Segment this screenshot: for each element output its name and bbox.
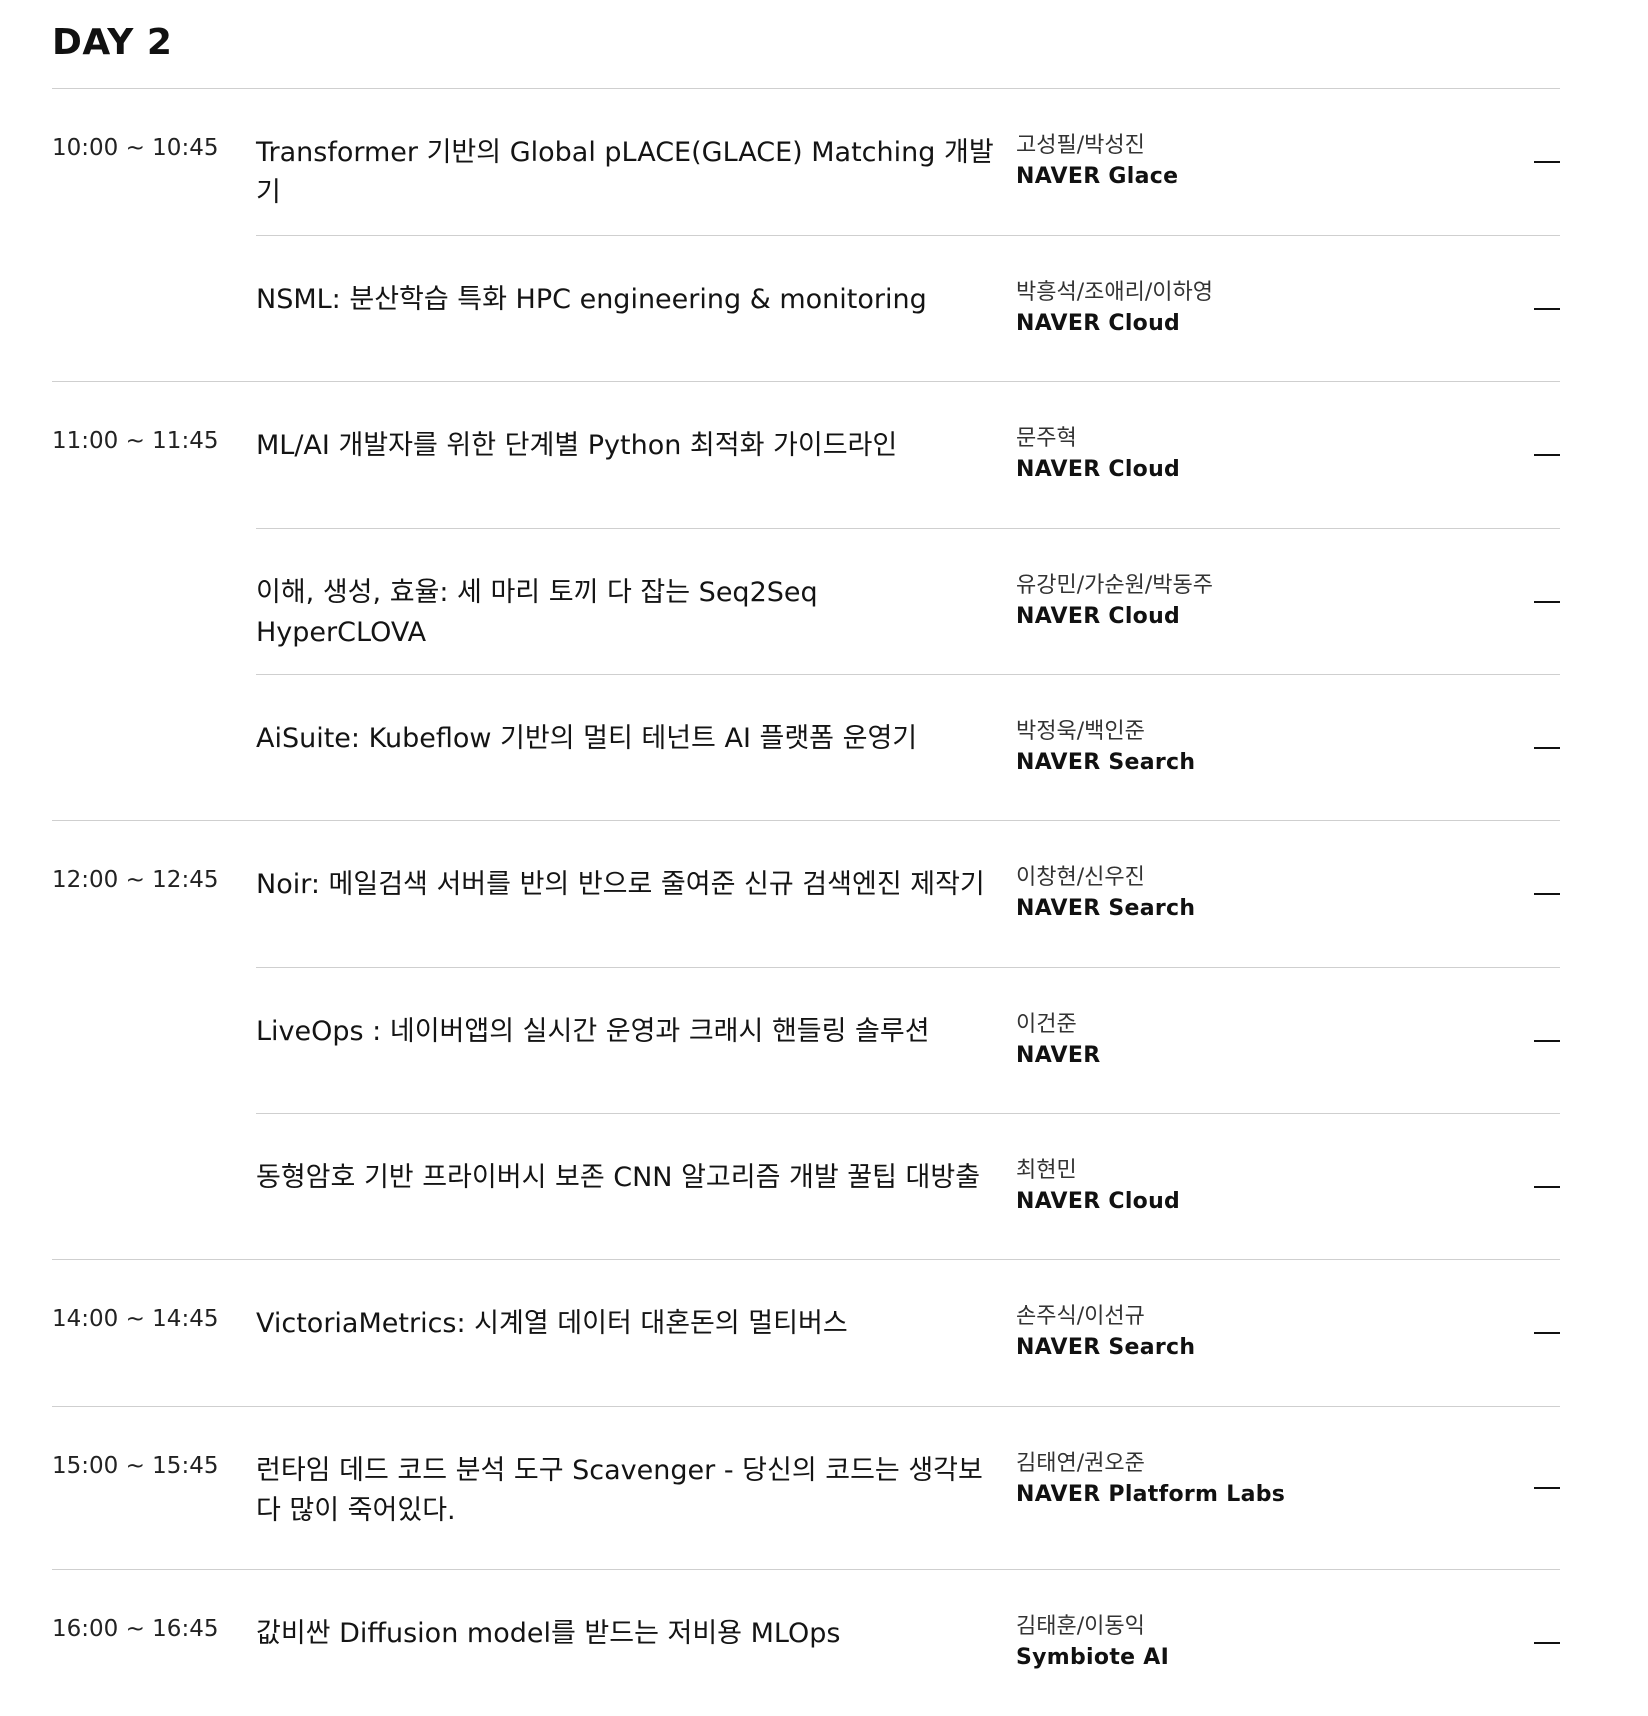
session-title: 런타임 데드 코드 분석 도구 Scavenger - 당신의 코드는 생각보다… <box>256 1455 983 1526</box>
minus-icon <box>1534 1186 1560 1188</box>
speaker-info: 박정욱/백인준 NAVER Search <box>1016 675 1446 779</box>
expand-toggle-button[interactable] <box>1446 821 1560 967</box>
speaker-names: 이건준 <box>1016 1012 1077 1037</box>
speaker-names: 최현민 <box>1016 1158 1077 1183</box>
minus-icon <box>1534 161 1560 163</box>
speaker-org: NAVER Cloud <box>1016 457 1181 482</box>
time-slot: 16:00 ~ 16:45 값비싼 Diffusion model를 받드는 저… <box>52 1569 1560 1716</box>
minus-icon <box>1534 1040 1560 1042</box>
speaker-names: 고성필/박성진 <box>1016 133 1145 158</box>
speaker-org: Symbiote AI <box>1016 1645 1170 1670</box>
speaker-info: 최현민 NAVER Cloud <box>1016 1114 1446 1218</box>
speaker-names: 박정욱/백인준 <box>1016 719 1145 744</box>
expand-toggle-button[interactable] <box>1446 89 1560 235</box>
speaker-names: 유강민/가순원/박동주 <box>1016 573 1213 598</box>
speaker-org: NAVER Platform Labs <box>1016 1482 1286 1507</box>
minus-icon <box>1534 308 1560 310</box>
speaker-names: 김태연/권오준 <box>1016 1451 1145 1476</box>
session-list: Noir: 메일검색 서버를 반의 반으로 줄여준 신규 검색엔진 제작기 이창… <box>256 821 1560 1259</box>
schedule-list: 10:00 ~ 10:45 Transformer 기반의 Global pLA… <box>52 88 1560 1716</box>
session-row[interactable]: 이해, 생성, 효율: 세 마리 토끼 다 잡는 Seq2Seq HyperCL… <box>256 528 1560 674</box>
session-row[interactable]: VictoriaMetrics: 시계열 데이터 대혼돈의 멀티버스 손주식/이… <box>256 1260 1560 1406</box>
speaker-names: 김태훈/이동익 <box>1016 1614 1145 1639</box>
session-row[interactable]: LiveOps : 네이버앱의 실시간 운영과 크래시 핸들링 솔루션 이건준 … <box>256 967 1560 1113</box>
session-list: 값비싼 Diffusion model를 받드는 저비용 MLOps 김태훈/이… <box>256 1570 1560 1716</box>
session-title: LiveOps : 네이버앱의 실시간 운영과 크래시 핸들링 솔루션 <box>256 1016 930 1047</box>
session-title: VictoriaMetrics: 시계열 데이터 대혼돈의 멀티버스 <box>256 1308 848 1339</box>
session-title: 동형암호 기반 프라이버시 보존 CNN 알고리즘 개발 꿀팁 대방출 <box>256 1162 981 1193</box>
minus-icon <box>1534 454 1560 456</box>
speaker-org: NAVER Glace <box>1016 164 1179 189</box>
session-title: Transformer 기반의 Global pLACE(GLACE) Matc… <box>256 137 994 208</box>
expand-toggle-button[interactable] <box>1446 1260 1560 1406</box>
speaker-org: NAVER Search <box>1016 750 1196 775</box>
session-title: 값비싼 Diffusion model를 받드는 저비용 MLOps <box>256 1618 841 1649</box>
minus-icon <box>1534 893 1560 895</box>
session-title: NSML: 분산학습 특화 HPC engineering & monitori… <box>256 284 927 315</box>
expand-toggle-button[interactable] <box>1446 236 1560 381</box>
speaker-names: 손주식/이선규 <box>1016 1304 1145 1329</box>
session-list: Transformer 기반의 Global pLACE(GLACE) Matc… <box>256 89 1560 381</box>
speaker-info: 이건준 NAVER <box>1016 968 1446 1072</box>
session-list: ML/AI 개발자를 위한 단계별 Python 최적화 가이드라인 문주혁 N… <box>256 382 1560 820</box>
session-row[interactable]: Transformer 기반의 Global pLACE(GLACE) Matc… <box>256 89 1560 235</box>
expand-toggle-button[interactable] <box>1446 382 1560 528</box>
session-title: ML/AI 개발자를 위한 단계별 Python 최적화 가이드라인 <box>256 430 898 461</box>
speaker-info: 이창현/신우진 NAVER Search <box>1016 821 1446 925</box>
minus-icon <box>1534 1332 1560 1334</box>
session-row[interactable]: 동형암호 기반 프라이버시 보존 CNN 알고리즘 개발 꿀팁 대방출 최현민 … <box>256 1113 1560 1259</box>
session-row[interactable]: Noir: 메일검색 서버를 반의 반으로 줄여준 신규 검색엔진 제작기 이창… <box>256 821 1560 967</box>
speaker-info: 고성필/박성진 NAVER Glace <box>1016 89 1446 193</box>
session-list: VictoriaMetrics: 시계열 데이터 대혼돈의 멀티버스 손주식/이… <box>256 1260 1560 1406</box>
speaker-names: 이창현/신우진 <box>1016 865 1145 890</box>
expand-toggle-button[interactable] <box>1446 1570 1560 1716</box>
minus-icon <box>1534 747 1560 749</box>
speaker-org: NAVER Search <box>1016 896 1196 921</box>
speaker-org: NAVER Cloud <box>1016 604 1181 629</box>
session-title: 이해, 생성, 효율: 세 마리 토끼 다 잡는 Seq2Seq HyperCL… <box>256 577 818 648</box>
session-list: 런타임 데드 코드 분석 도구 Scavenger - 당신의 코드는 생각보다… <box>256 1407 1560 1569</box>
minus-icon <box>1534 601 1560 603</box>
speaker-info: 김태훈/이동익 Symbiote AI <box>1016 1570 1446 1674</box>
speaker-info: 손주식/이선규 NAVER Search <box>1016 1260 1446 1364</box>
expand-toggle-button[interactable] <box>1446 1407 1560 1569</box>
speaker-names: 박흥석/조애리/이하영 <box>1016 280 1213 305</box>
day-title: DAY 2 <box>52 22 173 63</box>
time-slot: 11:00 ~ 11:45 ML/AI 개발자를 위한 단계별 Python 최… <box>52 381 1560 820</box>
session-row[interactable]: AiSuite: Kubeflow 기반의 멀티 테넌트 AI 플랫폼 운영기 … <box>256 674 1560 820</box>
expand-toggle-button[interactable] <box>1446 529 1560 674</box>
speaker-info: 유강민/가순원/박동주 NAVER Cloud <box>1016 529 1446 633</box>
slot-time: 15:00 ~ 15:45 <box>52 1453 219 1479</box>
speaker-info: 문주혁 NAVER Cloud <box>1016 382 1446 486</box>
expand-toggle-button[interactable] <box>1446 968 1560 1113</box>
speaker-org: NAVER Cloud <box>1016 1189 1181 1214</box>
slot-time: 16:00 ~ 16:45 <box>52 1616 219 1642</box>
session-row[interactable]: NSML: 분산학습 특화 HPC engineering & monitori… <box>256 235 1560 381</box>
slot-time: 14:00 ~ 14:45 <box>52 1306 219 1332</box>
speaker-names: 문주혁 <box>1016 426 1077 451</box>
speaker-info: 김태연/권오준 NAVER Platform Labs <box>1016 1407 1446 1511</box>
time-slot: 14:00 ~ 14:45 VictoriaMetrics: 시계열 데이터 대… <box>52 1259 1560 1406</box>
slot-time: 12:00 ~ 12:45 <box>52 867 219 893</box>
speaker-info: 박흥석/조애리/이하영 NAVER Cloud <box>1016 236 1446 340</box>
slot-time: 11:00 ~ 11:45 <box>52 428 219 454</box>
session-title: AiSuite: Kubeflow 기반의 멀티 테넌트 AI 플랫폼 운영기 <box>256 723 918 754</box>
time-slot: 15:00 ~ 15:45 런타임 데드 코드 분석 도구 Scavenger … <box>52 1406 1560 1569</box>
time-slot: 10:00 ~ 10:45 Transformer 기반의 Global pLA… <box>52 88 1560 381</box>
speaker-org: NAVER Cloud <box>1016 311 1181 336</box>
speaker-org: NAVER <box>1016 1043 1101 1068</box>
slot-time: 10:00 ~ 10:45 <box>52 135 219 161</box>
session-row[interactable]: ML/AI 개발자를 위한 단계별 Python 최적화 가이드라인 문주혁 N… <box>256 382 1560 528</box>
time-slot: 12:00 ~ 12:45 Noir: 메일검색 서버를 반의 반으로 줄여준 … <box>52 820 1560 1259</box>
minus-icon <box>1534 1642 1560 1644</box>
minus-icon <box>1534 1487 1560 1489</box>
speaker-org: NAVER Search <box>1016 1335 1196 1360</box>
session-row[interactable]: 값비싼 Diffusion model를 받드는 저비용 MLOps 김태훈/이… <box>256 1570 1560 1716</box>
expand-toggle-button[interactable] <box>1446 675 1560 820</box>
session-title: Noir: 메일검색 서버를 반의 반으로 줄여준 신규 검색엔진 제작기 <box>256 869 985 900</box>
session-row[interactable]: 런타임 데드 코드 분석 도구 Scavenger - 당신의 코드는 생각보다… <box>256 1407 1560 1569</box>
expand-toggle-button[interactable] <box>1446 1114 1560 1259</box>
